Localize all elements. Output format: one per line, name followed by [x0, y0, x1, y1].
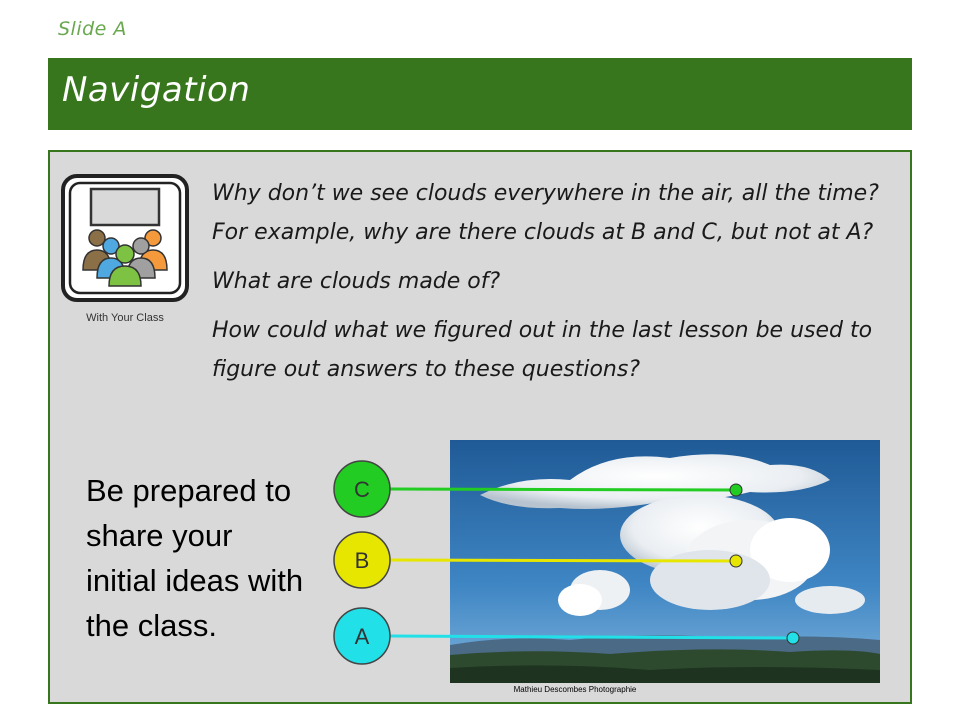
marker-label-b: B: [355, 548, 370, 573]
marker-label-a: A: [355, 624, 370, 649]
photo-markers: C B A: [333, 460, 800, 665]
slide-label: Slide A: [58, 18, 127, 40]
marker-label-c: C: [354, 477, 370, 502]
marker-line-a: [389, 634, 794, 640]
marker-dot-b: [729, 554, 743, 568]
content-panel: With Your Class Why don’t we see clouds …: [48, 150, 912, 704]
title-bar: Navigation: [48, 58, 912, 130]
marker-dot-a: [786, 631, 800, 645]
marker-line-b: [389, 558, 737, 563]
slide-title: Navigation: [62, 70, 251, 110]
marker-line-c: [389, 487, 737, 492]
marker-dot-c: [729, 483, 743, 497]
